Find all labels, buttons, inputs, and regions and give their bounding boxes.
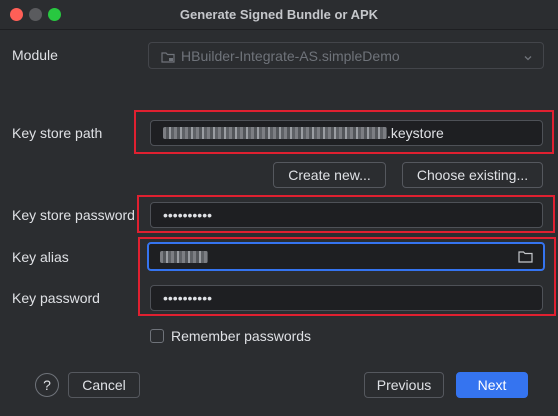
title-bar: Generate Signed Bundle or APK (0, 0, 558, 30)
redacted-path (163, 127, 387, 139)
redacted-alias (160, 250, 208, 263)
keystore-password-value: •••••••••• (163, 207, 213, 223)
key-alias-label: Key alias (12, 249, 69, 265)
previous-button[interactable]: Previous (364, 372, 444, 398)
remember-passwords-checkbox[interactable] (150, 329, 164, 343)
module-label: Module (12, 47, 58, 63)
keystore-password-input[interactable]: •••••••••• (150, 202, 543, 228)
keystore-path-input[interactable]: .keystore (150, 120, 543, 146)
keystore-password-label: Key store password (12, 207, 135, 223)
next-button[interactable]: Next (456, 372, 528, 398)
help-button[interactable]: ? (35, 373, 59, 397)
keystore-path-label: Key store path (12, 125, 103, 141)
key-password-input[interactable]: •••••••••• (150, 285, 543, 311)
key-password-value: •••••••••• (163, 290, 213, 306)
create-new-button[interactable]: Create new... (273, 162, 386, 188)
remember-passwords-row: Remember passwords (150, 328, 311, 344)
dialog-title: Generate Signed Bundle or APK (179, 7, 379, 22)
folder-icon[interactable] (518, 250, 533, 266)
key-password-label: Key password (12, 290, 100, 306)
module-folder-icon (161, 50, 175, 63)
chevron-down-icon (523, 50, 533, 66)
help-icon: ? (43, 377, 51, 393)
keystore-path-suffix: .keystore (387, 125, 444, 141)
cancel-button[interactable]: Cancel (68, 372, 140, 398)
module-value: HBuilder-Integrate-AS.simpleDemo (181, 47, 400, 64)
module-dropdown[interactable]: HBuilder-Integrate-AS.simpleDemo (148, 42, 544, 69)
key-alias-input[interactable] (147, 242, 545, 271)
remember-passwords-label: Remember passwords (171, 328, 312, 344)
choose-existing-button[interactable]: Choose existing... (402, 162, 543, 188)
